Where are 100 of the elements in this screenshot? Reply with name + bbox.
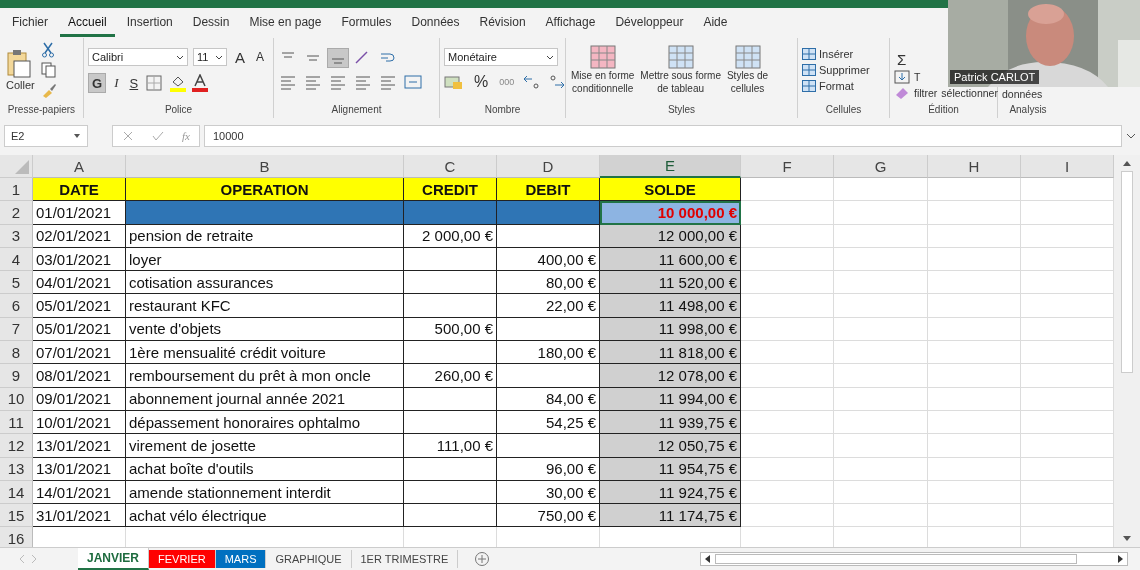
paste-button[interactable]: Coller <box>4 49 37 91</box>
fill-color-icon[interactable] <box>169 74 188 92</box>
table-cell[interactable]: 11 954,75 € <box>600 457 741 481</box>
ribbon-tab[interactable]: Accueil <box>60 9 115 37</box>
style-button[interactable]: Mettre sous forme de tableau <box>639 45 722 95</box>
ribbon-tab[interactable]: Développeur <box>607 9 692 37</box>
merge-icon[interactable] <box>403 73 423 91</box>
font-color-icon[interactable] <box>192 74 209 92</box>
scroll-thumb[interactable] <box>1121 171 1133 373</box>
ribbon-tab[interactable]: Fichier <box>4 9 56 37</box>
row-header[interactable]: 14 <box>0 480 33 505</box>
column-header[interactable]: G <box>834 155 928 178</box>
up-arrow-icon[interactable] <box>1122 159 1132 167</box>
underline-button[interactable]: S <box>126 73 142 93</box>
table-cell[interactable]: 11 818,00 € <box>600 341 741 365</box>
column-header[interactable]: D <box>497 155 600 178</box>
bold-button[interactable]: G <box>88 73 107 93</box>
number-format-field[interactable]: Monétaire <box>444 48 558 66</box>
ribbon-tab[interactable]: Aide <box>695 9 736 37</box>
font-size-field[interactable]: 11 <box>193 48 227 66</box>
vertical-scrollbar[interactable] <box>1114 155 1140 547</box>
table-cell[interactable]: 12 050,75 € <box>600 434 741 458</box>
percent-button[interactable]: % <box>471 72 492 92</box>
ribbon-tab[interactable]: Formules <box>333 9 400 37</box>
ribbon-tab[interactable]: Dessin <box>184 9 238 37</box>
select-label[interactable]: sélectionner <box>941 87 998 99</box>
ribbon-tab[interactable]: Révision <box>471 9 534 37</box>
table-cell[interactable]: 11 939,75 € <box>600 410 741 435</box>
sheet-tab[interactable]: FEVRIER <box>149 550 216 568</box>
italic-button[interactable]: I <box>111 73 122 93</box>
scroll-thumb[interactable] <box>715 554 1078 564</box>
table-cell[interactable]: 11 600,00 € <box>600 247 741 272</box>
row-header[interactable]: 6 <box>0 294 33 318</box>
align-icon[interactable] <box>328 73 348 91</box>
align-icon[interactable] <box>353 73 373 91</box>
copy-icon[interactable] <box>40 62 57 78</box>
sheet-tab[interactable]: GRAPHIQUE <box>266 550 352 568</box>
table-cell[interactable]: 11 498,00 € <box>600 294 741 318</box>
formula-field[interactable]: 10000 <box>204 125 1122 147</box>
decrease-font-button[interactable]: A <box>253 47 268 67</box>
cancel-icon[interactable] <box>122 130 134 142</box>
select-all-corner[interactable] <box>0 155 33 178</box>
align-icon[interactable] <box>328 49 348 67</box>
cells-button[interactable]: Insérer <box>802 47 854 61</box>
add-sheet-icon[interactable] <box>474 551 491 567</box>
column-header[interactable]: I <box>1021 155 1114 178</box>
column-header[interactable]: C <box>404 155 497 178</box>
column-header[interactable]: E <box>600 155 741 178</box>
table-cell[interactable]: 11 520,00 € <box>600 271 741 295</box>
style-button[interactable]: Mise en forme conditionnelle <box>570 45 636 95</box>
sheet-tab[interactable]: JANVIER <box>78 548 149 570</box>
row-header[interactable]: 3 <box>0 224 33 248</box>
name-box[interactable]: E2 <box>4 125 88 147</box>
row-header[interactable]: 16 <box>0 527 33 547</box>
table-cell[interactable]: 12 000,00 € <box>600 224 741 248</box>
row-header[interactable]: 1 <box>0 178 33 202</box>
eraser-icon[interactable] <box>894 86 910 100</box>
sheet-tab[interactable]: 1ER TRIMESTRE <box>351 550 459 568</box>
ribbon-tab[interactable]: Données <box>403 9 468 37</box>
increase-font-button[interactable]: A <box>232 47 248 67</box>
column-header[interactable]: F <box>741 155 834 178</box>
row-header[interactable]: 2 <box>0 201 33 225</box>
row-header[interactable]: 12 <box>0 434 33 458</box>
row-header[interactable]: 15 <box>0 504 33 528</box>
row-header[interactable]: 7 <box>0 317 33 342</box>
column-header[interactable]: H <box>928 155 1021 178</box>
row-header[interactable]: 5 <box>0 271 33 295</box>
table-cell[interactable]: 11 924,75 € <box>600 480 741 505</box>
sort-label[interactable]: T <box>914 71 921 83</box>
ribbon-tab[interactable]: Mise en page <box>241 9 330 37</box>
row-header[interactable]: 8 <box>0 341 33 365</box>
sheet-tab[interactable]: MARS <box>215 550 267 568</box>
table-cell[interactable]: 12 078,00 € <box>600 364 741 388</box>
ribbon-tab[interactable]: Insertion <box>118 9 181 37</box>
align-icon[interactable] <box>378 73 398 91</box>
column-header[interactable]: B <box>126 155 404 178</box>
expand-icon[interactable] <box>1126 133 1136 139</box>
down-arrow-icon[interactable] <box>1122 535 1132 543</box>
row-header[interactable]: 13 <box>0 457 33 481</box>
cells-button[interactable]: Format <box>802 79 854 93</box>
horizontal-scrollbar[interactable] <box>700 552 1129 566</box>
scissors-icon[interactable] <box>40 42 55 58</box>
row-header[interactable]: 4 <box>0 247 33 272</box>
table-cell[interactable]: 11 998,00 € <box>600 317 741 342</box>
fill-down-icon[interactable] <box>894 70 910 84</box>
checkmark-icon[interactable] <box>152 130 164 142</box>
autosum-button[interactable]: Σ <box>894 51 907 68</box>
align-icon[interactable] <box>278 73 298 91</box>
analyze-data-button[interactable]: données <box>1002 88 1043 100</box>
left-arrow-icon[interactable] <box>703 554 712 564</box>
row-header[interactable]: 9 <box>0 364 33 388</box>
cells-button[interactable]: Supprimer <box>802 63 870 77</box>
align-icon[interactable] <box>303 73 323 91</box>
table-cell[interactable]: 11 174,75 € <box>600 504 741 528</box>
style-button[interactable]: Styles de cellules <box>725 45 770 95</box>
ribbon-tab[interactable]: Affichage <box>537 9 604 37</box>
column-header[interactable]: A <box>33 155 126 178</box>
row-header[interactable]: 10 <box>0 387 33 411</box>
filter-label[interactable]: filtrer <box>914 87 938 99</box>
row-header[interactable]: 11 <box>0 410 33 435</box>
